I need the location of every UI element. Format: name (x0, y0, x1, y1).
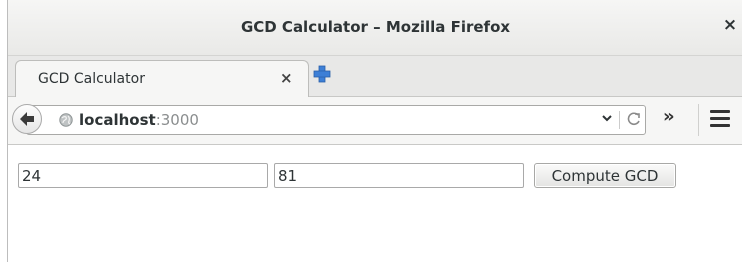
tab-strip: GCD Calculator × (8, 56, 742, 97)
chevron-down-icon (602, 115, 612, 122)
reload-button[interactable] (626, 109, 642, 133)
tab-gcd-calculator[interactable]: GCD Calculator × (15, 60, 309, 97)
back-arrow-icon (20, 112, 34, 126)
back-button[interactable] (12, 104, 42, 134)
url-text: localhost:3000 (79, 111, 199, 129)
second-number-input[interactable] (274, 163, 524, 188)
url-port: :3000 (155, 111, 199, 129)
compute-gcd-button[interactable]: Compute GCD (534, 163, 676, 188)
reload-icon (627, 112, 640, 126)
tab-close-button[interactable]: × (280, 69, 293, 87)
title-bar: GCD Calculator – Mozilla Firefox × (8, 0, 742, 56)
browser-window: GCD Calculator – Mozilla Firefox × GCD C… (7, 0, 742, 262)
page-content: Compute GCD (8, 145, 742, 262)
tab-label: GCD Calculator (38, 71, 145, 87)
first-number-input[interactable] (18, 163, 268, 188)
url-dropdown-button[interactable] (601, 112, 613, 127)
hamburger-menu-icon[interactable] (710, 110, 730, 130)
toolbar-divider (698, 104, 699, 136)
globe-icon (59, 113, 73, 127)
plus-icon (313, 65, 331, 83)
overflow-chevron-button[interactable]: » (663, 107, 675, 127)
url-bar[interactable]: localhost:3000 (26, 105, 646, 135)
window-title: GCD Calculator – Mozilla Firefox (240, 18, 511, 36)
url-host: localhost (79, 111, 156, 129)
url-divider (619, 111, 620, 129)
new-tab-button[interactable] (312, 64, 332, 84)
window-close-button[interactable]: × (721, 15, 739, 35)
navigation-toolbar: localhost:3000 » (8, 97, 742, 145)
